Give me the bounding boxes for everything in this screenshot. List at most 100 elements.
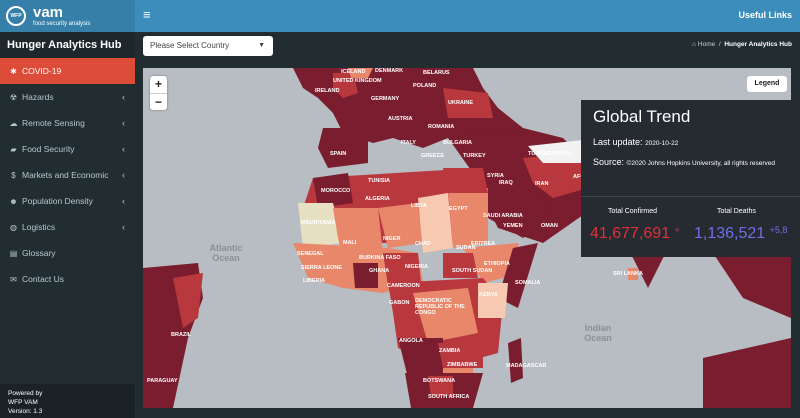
logo-title: vam <box>33 4 64 21</box>
zoom-out-button[interactable]: − <box>150 93 167 110</box>
dollar-icon: $ <box>11 170 16 180</box>
sidebar-item-covid-19[interactable]: ✱ COVID-19 <box>0 58 135 84</box>
trend-stats: Total Confirmed 41,677,691 + Total Death… <box>581 196 800 257</box>
country-label: GHANA <box>369 268 390 274</box>
region-madagascar <box>508 338 523 383</box>
total-deaths-number: 1,136,521 <box>694 225 766 242</box>
hamburger-menu-icon[interactable]: ≡ <box>143 8 155 22</box>
country-label: SAUDI ARABIA <box>483 213 523 219</box>
country-label: SOUTH SUDAN <box>452 268 493 274</box>
last-update-label: Last update: <box>593 137 643 147</box>
country-label: SRI LANKA <box>613 271 643 277</box>
sidebar-item-population-density[interactable]: ☻ Population Density ‹ <box>0 188 135 214</box>
breadcrumb-current: Hunger Analytics Hub <box>724 41 792 48</box>
region-angola <box>398 338 443 378</box>
sidebar-item-remote-sensing[interactable]: ☁ Remote Sensing ‹ <box>0 110 135 136</box>
breadcrumb-home[interactable]: Home <box>698 41 715 48</box>
country-label: MOROCCO <box>321 188 351 194</box>
sidebar-item-label: Remote Sensing <box>22 118 85 128</box>
country-label: EGYPT <box>449 206 468 212</box>
sidebar-item-markets-and-economic[interactable]: $ Markets and Economic ‹ <box>0 162 135 188</box>
country-label: IRAN <box>535 181 549 187</box>
sidebar-item-contact-us[interactable]: ✉ Contact Us <box>0 266 135 292</box>
total-deaths-delta: +5,8 <box>769 225 788 235</box>
country-label: AUSTRIA <box>388 116 413 122</box>
sidebar-item-logistics[interactable]: ◍ Logistics ‹ <box>0 214 135 240</box>
virus-icon: ✱ <box>10 66 17 76</box>
sidebar-item-label: Logistics <box>22 222 56 232</box>
zoom-in-button[interactable]: + <box>150 76 167 93</box>
source-label: Source: <box>593 157 625 167</box>
country-label: LIBYA <box>411 203 427 209</box>
chevron-left-icon: ‹ <box>122 222 125 232</box>
country-label: ZAMBIA <box>439 348 461 354</box>
sidebar-item-food-security[interactable]: ▰ Food Security ‹ <box>0 136 135 162</box>
globe-icon: ◍ <box>10 222 17 232</box>
country-label: ERITREA <box>471 241 496 247</box>
last-update: Last update: 2020-10-22 <box>581 137 800 149</box>
country-label: TUNISIA <box>368 178 390 184</box>
country-label: IRELAND <box>315 88 340 94</box>
sidebar-item-glossary[interactable]: ▤ Glossary <box>0 240 135 266</box>
ocean-label-atlantic: Atlantic Ocean <box>209 243 243 263</box>
cloud-icon: ☁ <box>9 118 18 128</box>
footer-org: WFP VAM <box>8 399 38 406</box>
ocean-label-indian: Indian Ocean <box>584 323 612 343</box>
total-deaths-value: 1,136,521 +5,8 <box>694 225 787 243</box>
country-label: NIGERIA <box>405 264 428 270</box>
sidebar-item-hazards[interactable]: ☢ Hazards ‹ <box>0 84 135 110</box>
country-label: DENMARK <box>375 68 404 74</box>
country-label: BURKINA FASO <box>359 255 401 261</box>
legend-button[interactable]: Legend <box>747 76 787 92</box>
total-confirmed-number: 41,677,691 <box>590 225 671 242</box>
country-label: OMAN <box>541 223 558 229</box>
zoom-control: + − <box>150 76 167 110</box>
country-label: ITALY <box>401 140 416 146</box>
top-navbar: WFP vam food security analysis ≡ Useful … <box>0 0 800 32</box>
region-spain <box>318 128 368 168</box>
source: Source: ©2020 Johns Hopkins University, … <box>581 157 800 169</box>
total-confirmed-delta: + <box>674 225 680 235</box>
country-select[interactable]: Please Select Country ▼ <box>143 36 273 56</box>
country-label: PARAGUAY <box>147 378 178 384</box>
country-label: ROMANIA <box>428 124 455 130</box>
chevron-left-icon: ‹ <box>122 144 125 154</box>
sidebar-item-label: COVID-19 <box>22 66 62 76</box>
home-icon: ⌂ <box>692 41 697 48</box>
country-label: ANGOLA <box>399 338 423 344</box>
country-label: SPAIN <box>330 151 347 157</box>
logo-text: vam food security analysis <box>33 5 90 27</box>
total-confirmed-label: Total Confirmed <box>608 208 658 215</box>
caret-down-icon: ▼ <box>258 42 265 49</box>
country-label: YEMEN <box>503 223 523 229</box>
country-label: BOTSWANA <box>423 378 456 384</box>
country-label: SOMALIA <box>515 280 541 286</box>
logo[interactable]: WFP vam food security analysis <box>0 0 135 32</box>
country-label: CAMEROON <box>387 283 420 289</box>
region-south-sudan <box>443 253 478 278</box>
country-label: MALI <box>343 240 357 246</box>
country-label: SYRIA <box>487 173 504 179</box>
country-label: LIBERIA <box>303 278 325 284</box>
country-label: KENYA <box>479 292 498 298</box>
chevron-left-icon: ‹ <box>122 196 125 206</box>
sidebar-item-label: Glossary <box>22 248 56 258</box>
book-icon: ▤ <box>9 248 18 258</box>
envelope-icon: ✉ <box>10 274 17 284</box>
footer-version: Version: 1.3 <box>8 408 43 415</box>
total-confirmed-value: 41,677,691 + <box>590 225 680 243</box>
breadcrumb: ⌂ Home / Hunger Analytics Hub <box>692 41 792 48</box>
users-icon: ☻ <box>9 196 18 206</box>
global-trend-panel: Global Trend Last update: 2020-10-22 Sou… <box>581 100 800 257</box>
country-label: GABON <box>389 300 410 306</box>
country-label: SENEGAL <box>297 251 324 257</box>
region-egypt <box>443 168 488 193</box>
country-label: TURKMENISTAN <box>528 151 572 157</box>
logo-subtitle: food security analysis <box>33 21 91 27</box>
sidebar-item-label: Food Security <box>22 144 75 154</box>
content-header: Please Select Country ▼ ⌂ Home / Hunger … <box>135 32 800 58</box>
country-label: GREECE <box>421 153 445 159</box>
trend-title: Global Trend <box>593 107 691 126</box>
country-label: ETHIOPIA <box>484 261 510 267</box>
useful-links-link[interactable]: Useful Links <box>738 10 792 20</box>
